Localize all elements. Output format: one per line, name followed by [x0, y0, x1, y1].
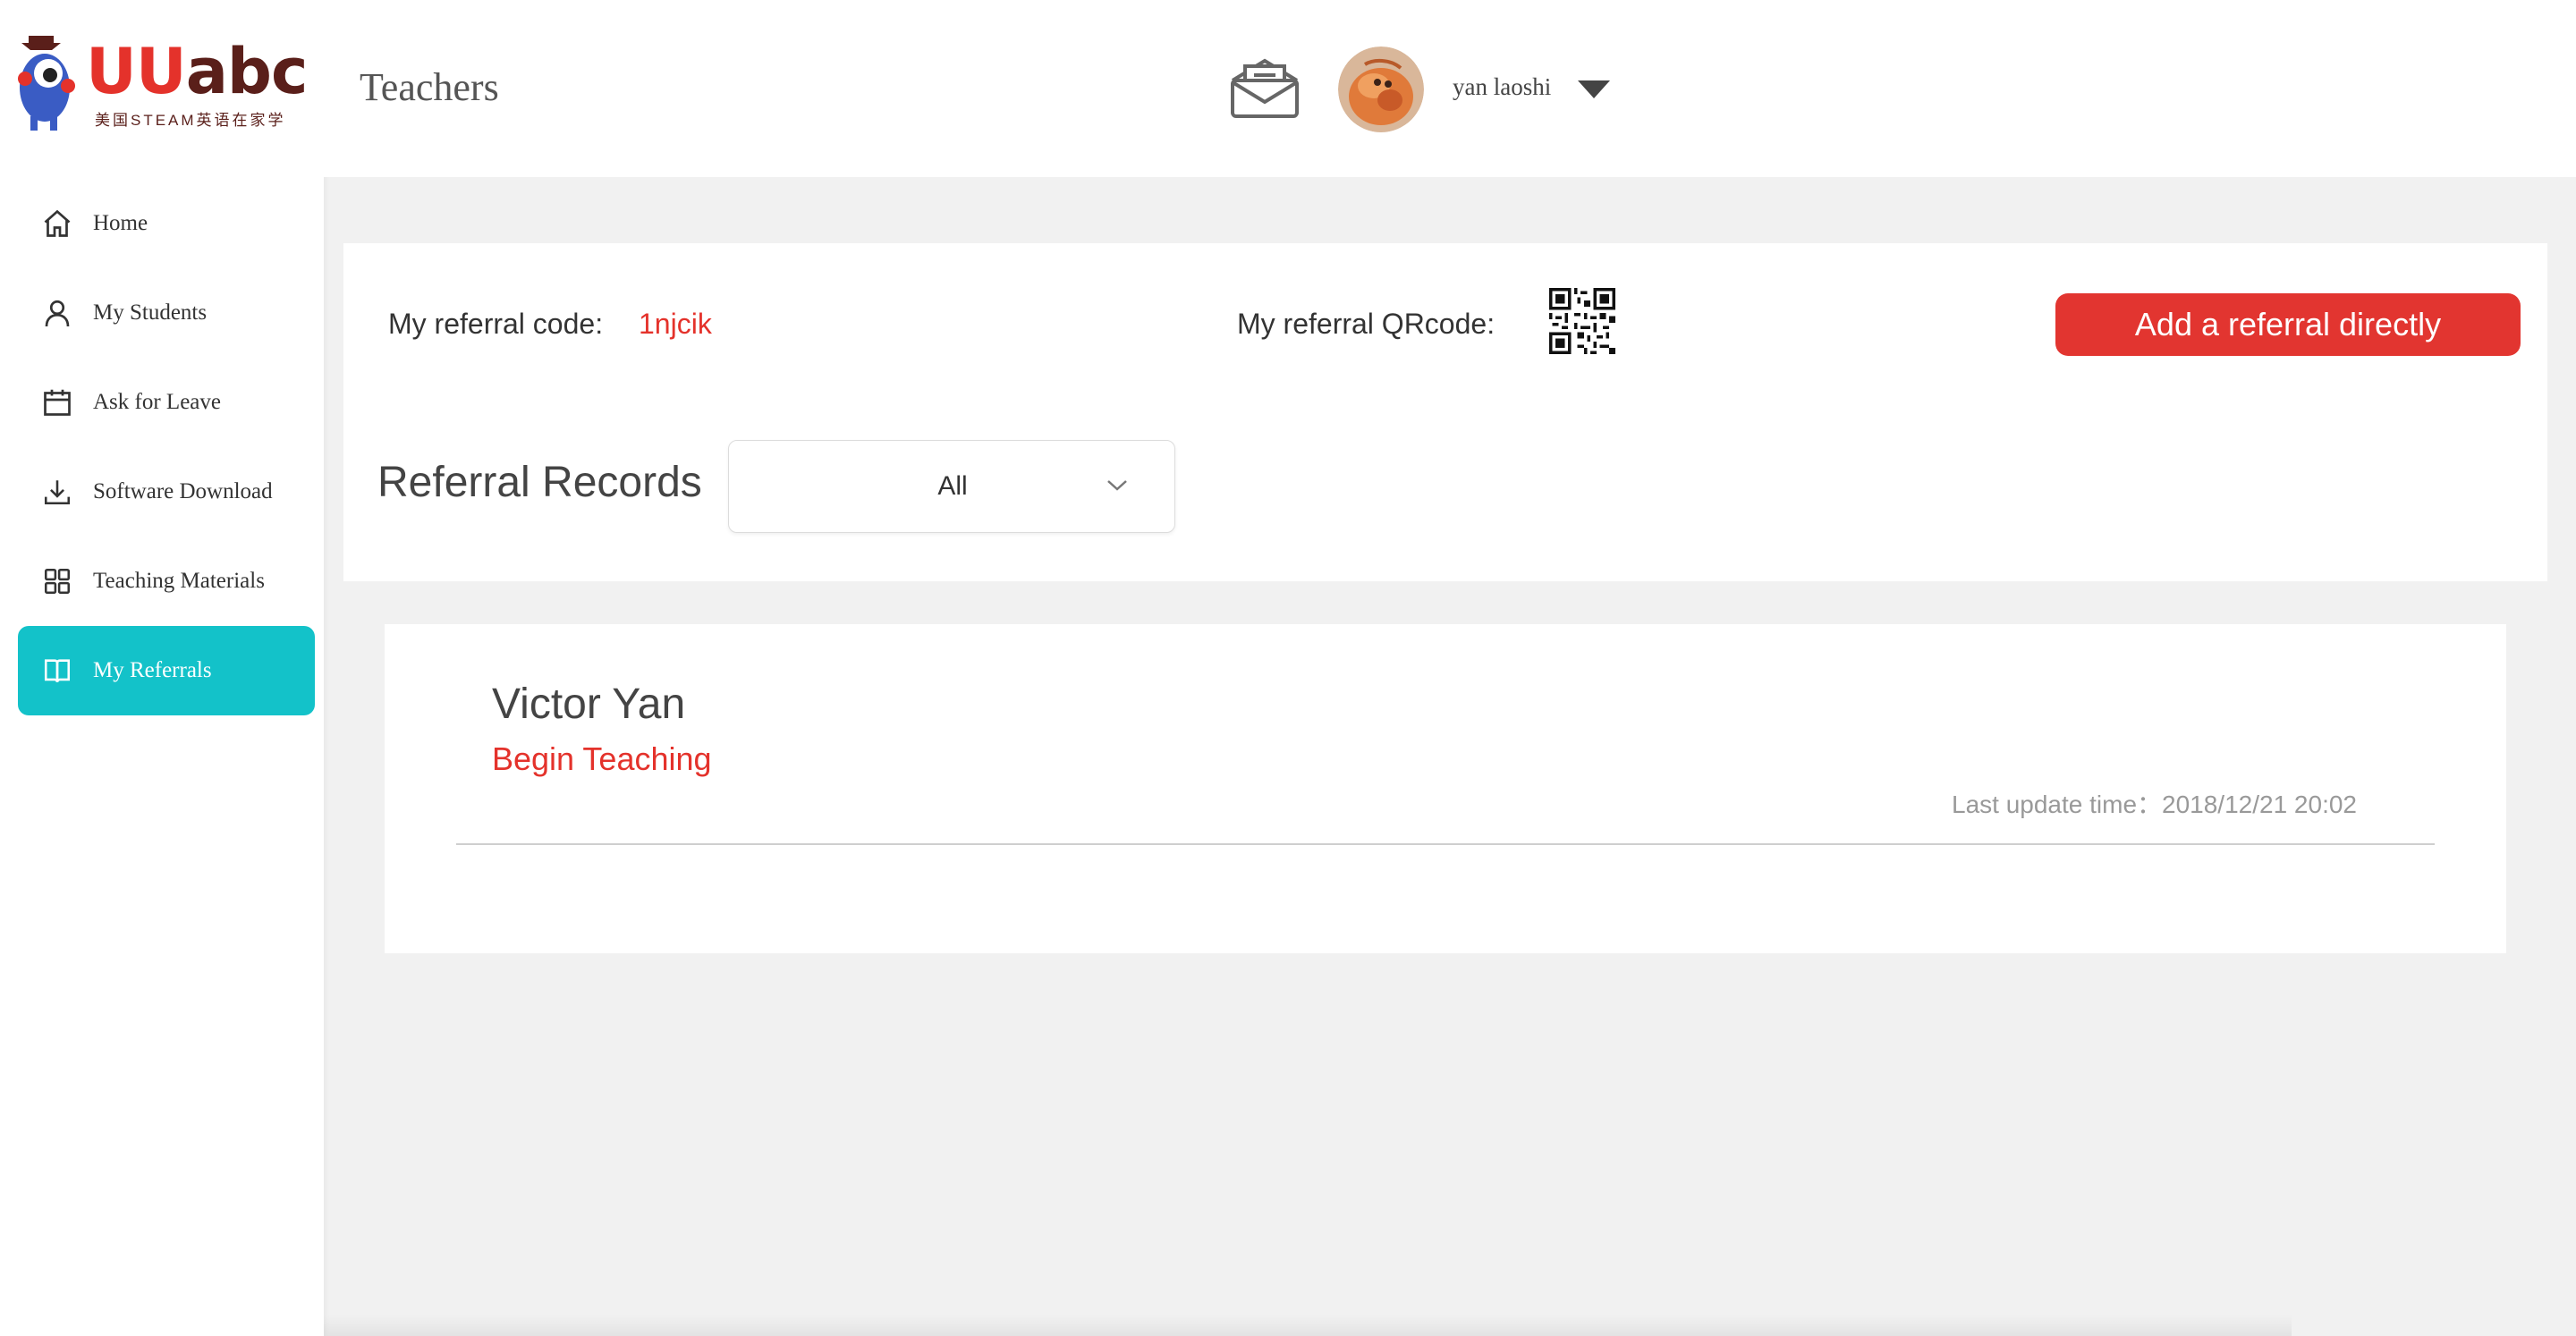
sidebar-item-label: My Students	[93, 300, 208, 325]
grid-icon	[39, 563, 75, 599]
avatar[interactable]	[1338, 47, 1424, 132]
sidebar: UUabc 美国STEAM英语在家学 Home My Students Ask …	[0, 0, 324, 1336]
sidebar-item-my-referrals[interactable]: My Referrals	[18, 626, 315, 715]
top-header: Teachers yan laoshi	[324, 0, 2576, 177]
referral-name: Victor Yan	[492, 681, 686, 728]
sidebar-nav: Home My Students Ask for Leave Software …	[18, 179, 315, 715]
bottom-shadow	[324, 1315, 2292, 1336]
referral-code-label: My referral code:	[388, 308, 604, 340]
qrcode-icon[interactable]	[1549, 288, 1615, 354]
referral-panel: My referral code: 1njcik My referral QRc…	[343, 243, 2547, 581]
logo-wordmark: UUabc	[86, 35, 309, 108]
caret-down-icon[interactable]	[1578, 80, 1610, 98]
home-icon	[39, 206, 75, 241]
last-update-time: Last update time：2018/12/21 20:02	[1952, 791, 2358, 818]
calendar-icon	[39, 385, 75, 420]
user-icon	[39, 295, 75, 331]
referral-code-value: 1njcik	[639, 308, 712, 340]
uuabc-logo[interactable]: UUabc 美国STEAM英语在家学	[13, 32, 309, 136]
referral-records-title: Referral Records	[377, 459, 702, 506]
add-referral-button[interactable]: Add a referral directly	[2055, 293, 2521, 356]
sidebar-item-my-students[interactable]: My Students	[18, 268, 315, 358]
referral-record-card: Victor Yan Begin Teaching Last update ti…	[385, 624, 2506, 953]
username[interactable]: yan laoshi	[1453, 73, 1551, 101]
sidebar-item-label: Home	[93, 211, 148, 235]
divider	[456, 843, 2435, 845]
logo-tagline: 美国STEAM英语在家学	[95, 112, 286, 129]
sidebar-item-label: Software Download	[93, 479, 273, 503]
sidebar-item-software-download[interactable]: Software Download	[18, 447, 315, 537]
status-filter-select[interactable]: All	[728, 440, 1175, 533]
chevron-down-icon	[1107, 480, 1127, 491]
download-icon	[39, 474, 75, 510]
referral-qrcode-label: My referral QRcode:	[1237, 308, 1496, 340]
book-icon	[39, 653, 75, 689]
sidebar-item-teaching-materials[interactable]: Teaching Materials	[18, 537, 315, 626]
page-title: Teachers	[360, 65, 499, 109]
referral-status: Begin Teaching	[492, 740, 712, 777]
sidebar-item-label: My Referrals	[93, 658, 212, 682]
sidebar-item-label: Ask for Leave	[93, 390, 221, 414]
mail-icon[interactable]	[1227, 54, 1302, 122]
sidebar-item-ask-for-leave[interactable]: Ask for Leave	[18, 358, 315, 447]
sidebar-item-home[interactable]: Home	[18, 179, 315, 268]
mascot-icon	[18, 36, 75, 131]
sidebar-item-label: Teaching Materials	[93, 569, 265, 593]
